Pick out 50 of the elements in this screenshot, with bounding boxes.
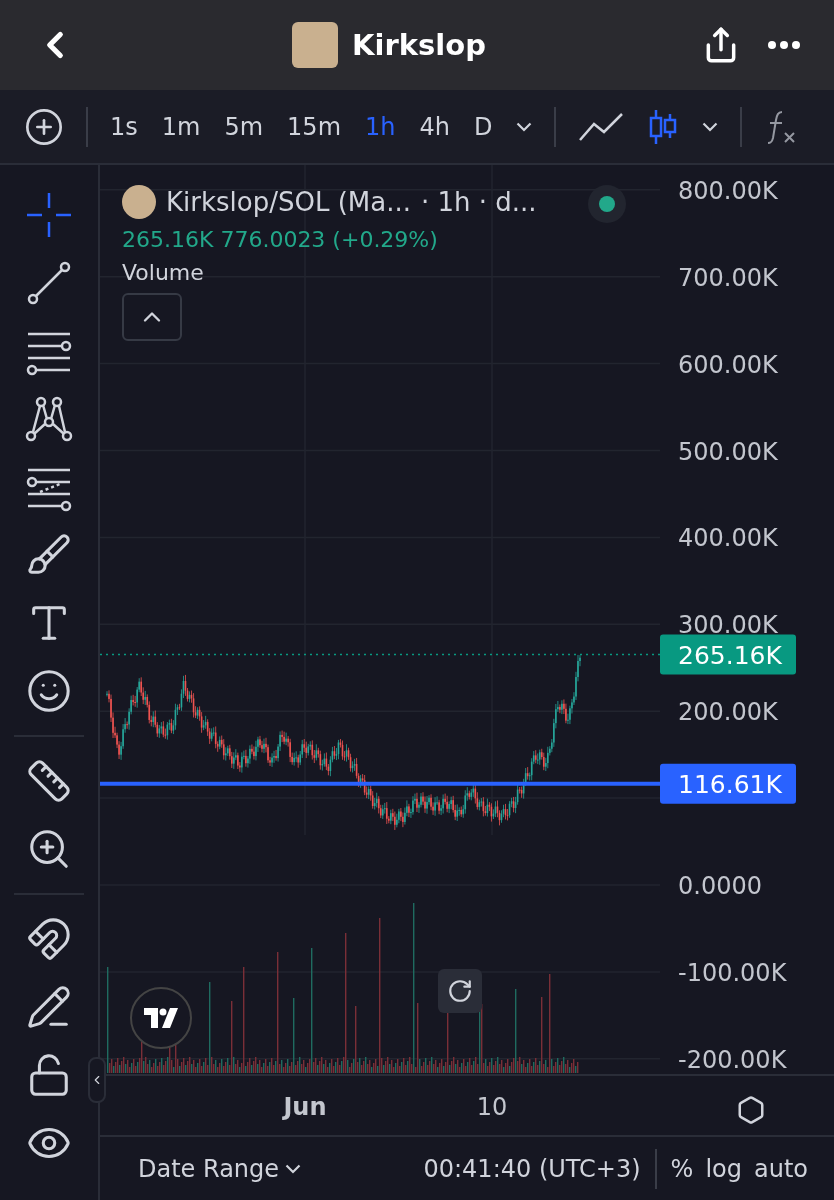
price-axis-label: 500.00K [678, 437, 778, 466]
price-values: 265.16K 776.0023 (+0.29%) [122, 227, 438, 252]
candlestick-icon [648, 108, 679, 145]
record-dot-icon [588, 185, 626, 223]
scale-option-button[interactable]: % [664, 1150, 700, 1187]
scale-option-button[interactable]: log [699, 1150, 748, 1187]
interval-tab[interactable]: 5m [214, 106, 274, 147]
chevron-down-icon [516, 121, 533, 132]
pencil-icon [26, 984, 72, 1030]
price-axis-label: 400.00K [678, 524, 778, 553]
chevron-down-icon [285, 1163, 302, 1174]
scale-option-button[interactable]: auto [748, 1150, 814, 1187]
date-range-button[interactable]: Date Range [132, 1150, 308, 1187]
interval-tab[interactable]: 1s [100, 106, 148, 147]
collapse-button[interactable] [122, 293, 182, 341]
price-badge: 265.16K [660, 634, 796, 675]
horizontal-line[interactable] [100, 781, 660, 786]
chevron-down-icon [702, 121, 719, 132]
study-label: Volume [122, 260, 204, 285]
price-axis-label: 800.00K [678, 176, 778, 205]
time-axis-label: Jun [283, 1093, 327, 1121]
price-axis-label: 600.00K [678, 350, 778, 379]
interval-tab[interactable]: 4h [409, 106, 460, 147]
photo-placeholder [292, 22, 339, 68]
price-axis-label: 700.00K [678, 263, 778, 292]
crosshair-icon [24, 190, 74, 240]
time-label: 00:41:40 (UTC+3) [422, 1153, 642, 1185]
price-axis-label: -100.00K [678, 958, 787, 987]
reset-icon [447, 978, 473, 1004]
price-axis-label: -200.00K [678, 1045, 787, 1074]
symbol-label[interactable]: Kirkslop/SOL (Ma... [166, 187, 411, 217]
settings-icon [736, 1095, 766, 1125]
line-chart-icon [578, 111, 625, 142]
more-icon [768, 41, 800, 49]
price-axis-label: 200.00K [678, 698, 778, 727]
magnet-icon [26, 916, 72, 962]
price-badge: 116.61K [660, 763, 796, 804]
interval-tab[interactable]: 1m [151, 106, 211, 147]
interval-tab[interactable]: D [464, 106, 503, 147]
photo-placeholder [122, 185, 156, 219]
price-axis-label: 0.0000 [678, 872, 762, 900]
interval-tab[interactable]: 15m [277, 106, 351, 147]
add-icon [24, 106, 64, 147]
time-axis-label: 10 [476, 1093, 508, 1121]
interval-label: · 1h · d... [421, 187, 537, 217]
reset-button[interactable] [438, 969, 482, 1013]
ruler-icon [26, 758, 72, 804]
window-title: Kirkslop [352, 28, 486, 62]
pattern-icon [24, 394, 74, 444]
smiley-icon [26, 668, 72, 714]
